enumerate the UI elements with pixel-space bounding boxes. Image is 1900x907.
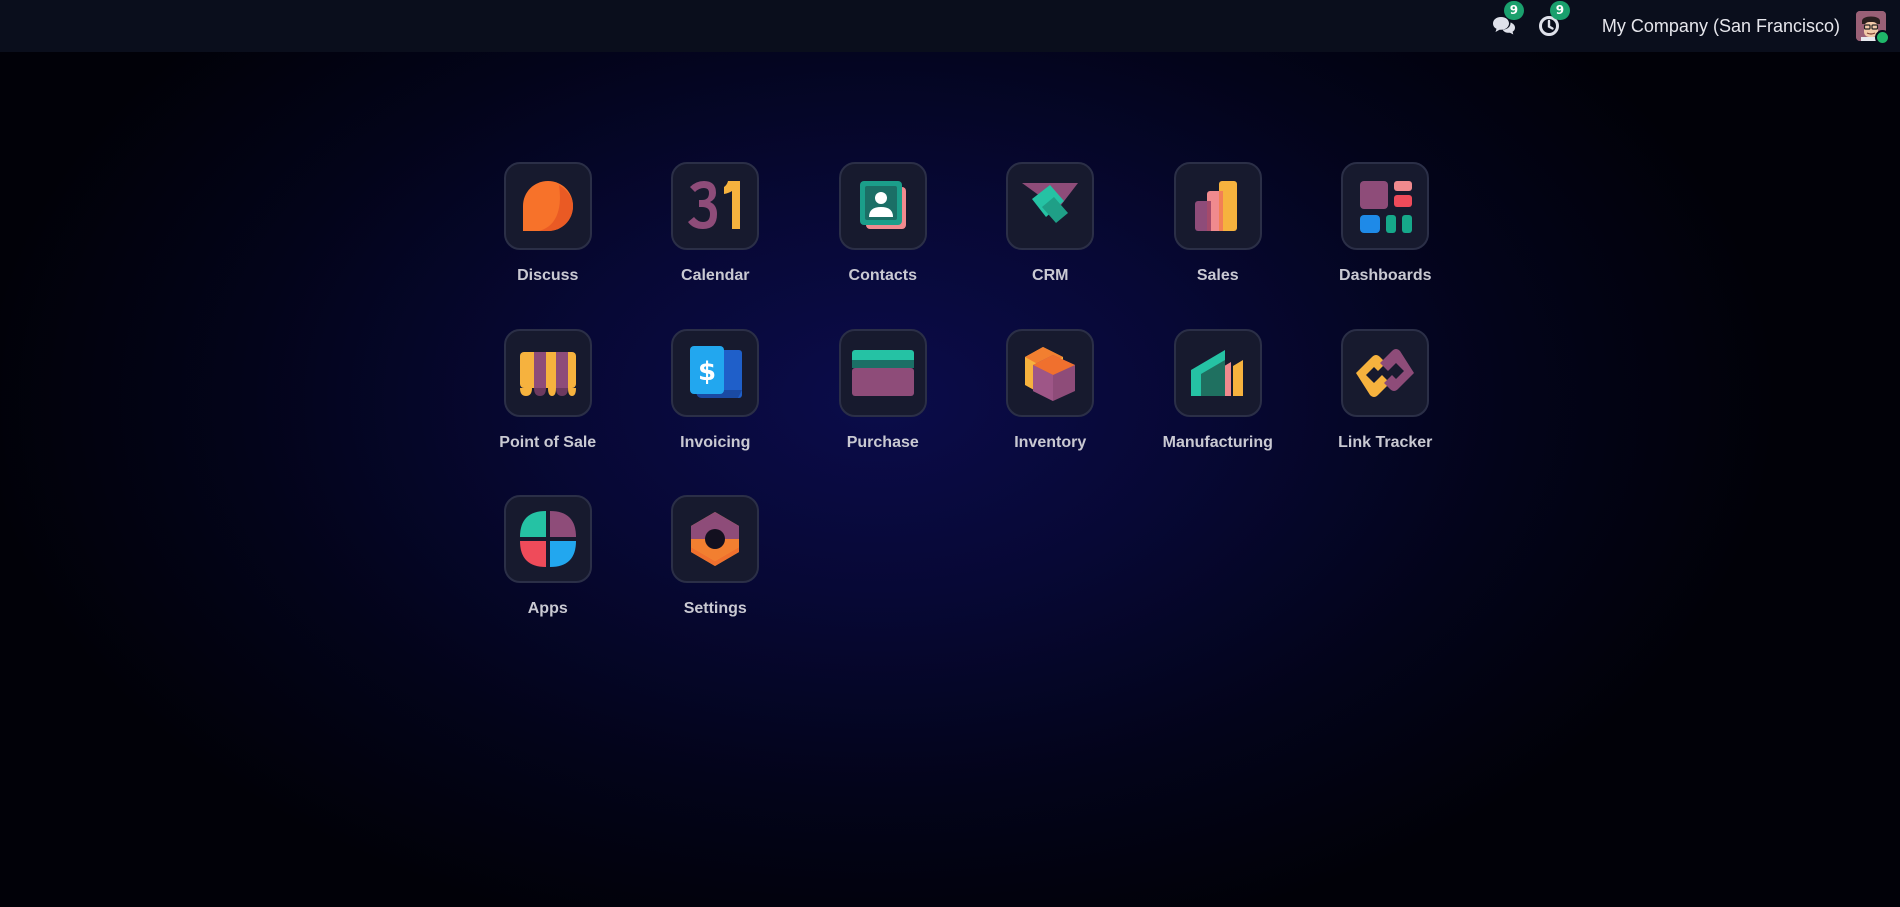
online-status-dot xyxy=(1875,30,1890,45)
app-label: Invoicing xyxy=(680,433,751,451)
app-label: Manufacturing xyxy=(1162,433,1273,451)
messages-button[interactable]: 9 xyxy=(1492,1,1524,37)
app-sales[interactable]: Sales xyxy=(1134,162,1302,329)
app-label: Point of Sale xyxy=(499,433,597,451)
app-purchase[interactable]: Purchase xyxy=(799,328,967,496)
top-navbar: 9 9 My Company (San Francisco) xyxy=(0,0,1900,52)
contacts-icon xyxy=(838,162,927,250)
app-invoicing[interactable]: $ Invoicing xyxy=(632,328,800,496)
company-switcher[interactable]: My Company (San Francisco) xyxy=(1602,16,1840,37)
purchase-icon xyxy=(838,328,927,417)
app-link-tracker[interactable]: Link Tracker xyxy=(1302,328,1470,496)
app-apps[interactable]: Apps xyxy=(464,495,632,662)
app-discuss[interactable]: Discuss xyxy=(464,162,632,329)
manufacturing-icon xyxy=(1173,328,1262,417)
app-calendar[interactable]: Calendar xyxy=(632,162,800,329)
app-label: Dashboards xyxy=(1339,267,1432,284)
app-label: Inventory xyxy=(1014,433,1087,451)
app-label: Apps xyxy=(527,600,568,617)
app-label: CRM xyxy=(1032,267,1069,284)
app-contacts[interactable]: Contacts xyxy=(799,162,967,329)
link-tracker-icon xyxy=(1341,328,1430,417)
dashboards-icon xyxy=(1341,162,1430,250)
inventory-icon xyxy=(1006,328,1095,417)
app-label: Purchase xyxy=(846,433,919,451)
calendar-icon xyxy=(671,162,760,250)
app-label: Link Tracker xyxy=(1338,433,1433,451)
discuss-icon xyxy=(503,162,592,250)
settings-icon xyxy=(671,495,760,583)
app-label: Discuss xyxy=(517,267,579,284)
point-of-sale-icon xyxy=(503,328,592,417)
crm-icon xyxy=(1006,162,1095,250)
app-manufacturing[interactable]: Manufacturing xyxy=(1134,328,1302,496)
app-label: Calendar xyxy=(681,267,750,284)
app-label: Settings xyxy=(683,600,747,617)
app-grid: Discuss Calendar Contacts CRM Sales Dash… xyxy=(464,162,1469,662)
apps-icon xyxy=(503,495,592,583)
svg-text:$: $ xyxy=(698,357,716,387)
app-label: Sales xyxy=(1196,267,1239,284)
activities-button[interactable]: 9 xyxy=(1538,1,1570,37)
app-dashboards[interactable]: Dashboards xyxy=(1302,162,1470,329)
app-point-of-sale[interactable]: Point of Sale xyxy=(464,328,632,496)
app-settings[interactable]: Settings xyxy=(632,495,800,662)
app-label: Contacts xyxy=(848,267,917,284)
app-crm[interactable]: CRM xyxy=(967,162,1135,329)
activities-count-badge: 9 xyxy=(1549,1,1570,20)
sales-icon xyxy=(1173,162,1262,250)
user-avatar[interactable] xyxy=(1856,11,1890,45)
messages-count-badge: 9 xyxy=(1503,1,1524,20)
invoicing-icon: $ xyxy=(671,328,760,417)
app-inventory[interactable]: Inventory xyxy=(967,328,1135,496)
